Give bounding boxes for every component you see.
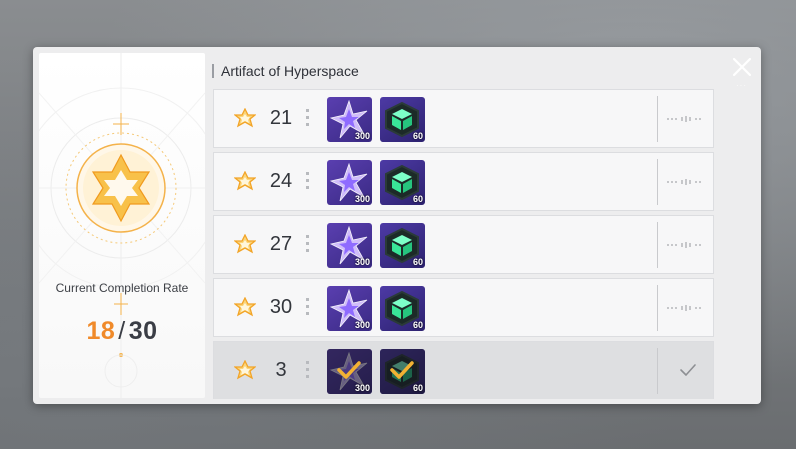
completion-rate-value: 18/30 [39, 317, 205, 346]
required-stars: 27 [269, 233, 293, 255]
row-divider [657, 159, 658, 205]
reward-row: 27 300 60 [213, 215, 714, 274]
required-stars: 21 [269, 107, 293, 129]
reward-item-purple-crystal[interactable]: 300 [327, 97, 372, 142]
reward-item-purple-crystal[interactable]: 300 [327, 160, 372, 205]
item-quantity: 300 [354, 257, 370, 267]
reward-item-green-cube[interactable]: 60 [380, 349, 425, 394]
star-icon [234, 108, 256, 128]
completion-sidebar: Current Completion Rate 18/30 [39, 53, 205, 398]
row-separator-dots [306, 109, 309, 129]
reward-item-purple-crystal[interactable]: 300 [327, 349, 372, 394]
row-separator-dots [306, 298, 309, 318]
item-quantity: 300 [354, 383, 370, 393]
star-icon [234, 171, 256, 191]
completion-separator: / [118, 317, 126, 345]
item-quantity: 60 [412, 383, 423, 393]
reward-item-green-cube[interactable]: 60 [380, 286, 425, 331]
close-button-dots: ··· [736, 81, 747, 90]
locked-pulse-icon [667, 242, 701, 248]
item-quantity: 60 [412, 320, 423, 330]
locked-pulse-icon [667, 179, 701, 185]
star-icon [234, 234, 256, 254]
required-stars: 30 [269, 296, 293, 318]
row-separator-dots [306, 172, 309, 192]
section-title: Artifact of Hyperspace [212, 64, 359, 78]
row-separator-dots [306, 361, 309, 381]
star-icon [234, 297, 256, 317]
item-quantity: 60 [412, 131, 423, 141]
reward-item-green-cube[interactable]: 60 [380, 97, 425, 142]
reward-item-purple-crystal[interactable]: 300 [327, 286, 372, 331]
row-separator-dots [306, 235, 309, 255]
required-stars: 24 [269, 170, 293, 192]
item-quantity: 300 [354, 194, 370, 204]
item-quantity: 60 [412, 194, 423, 204]
reward-row: 24 300 60 [213, 152, 714, 211]
reward-item-purple-crystal[interactable]: 300 [327, 223, 372, 268]
row-divider [657, 96, 658, 142]
star-icon [234, 360, 256, 380]
item-quantity: 60 [412, 257, 423, 267]
check-icon [337, 361, 361, 379]
item-quantity: 300 [354, 131, 370, 141]
close-icon[interactable] [729, 54, 755, 80]
required-stars: 3 [275, 359, 287, 381]
reward-item-green-cube[interactable]: 60 [380, 160, 425, 205]
locked-pulse-icon [667, 305, 701, 311]
row-divider [657, 222, 658, 268]
reward-row: 30 300 60 [213, 278, 714, 337]
item-quantity: 300 [354, 320, 370, 330]
reward-row-claimed: 3 300 60 [213, 341, 714, 399]
reward-item-green-cube[interactable]: 60 [380, 223, 425, 268]
star-emblem-decoration [39, 53, 205, 398]
check-icon [390, 361, 414, 379]
row-divider [657, 285, 658, 331]
completion-total: 30 [128, 317, 158, 345]
locked-pulse-icon [667, 116, 701, 122]
reward-row: 21 300 60 [213, 89, 714, 148]
row-divider [657, 348, 658, 394]
completion-current: 18 [86, 317, 116, 345]
reward-list[interactable]: 21 300 60 24 300 60 27 300 60 30 300 60 … [213, 89, 715, 399]
claimed-check-icon [680, 364, 696, 376]
completion-rate-label: Current Completion Rate [55, 281, 189, 295]
reward-panel: Current Completion Rate 18/30 Artifact o… [33, 47, 761, 404]
